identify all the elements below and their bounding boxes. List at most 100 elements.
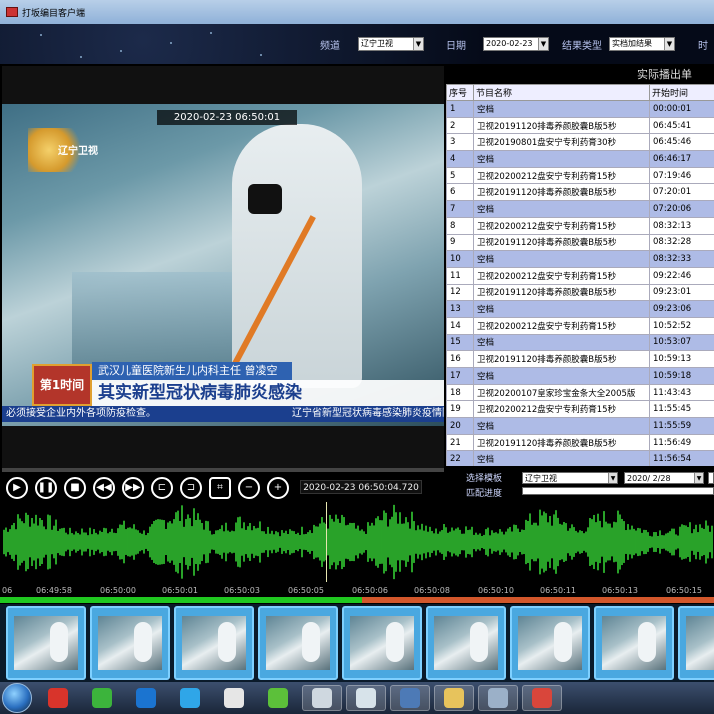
video-scene — [232, 124, 362, 388]
thumbnail-image — [98, 616, 162, 670]
rewind-button[interactable]: ◀◀ — [93, 477, 115, 499]
video-thumbnail[interactable] — [90, 606, 170, 680]
taskbar-button[interactable] — [214, 685, 254, 711]
cell-start: 10:59:18 — [649, 367, 714, 385]
video-thumbnail[interactable] — [6, 606, 86, 680]
start-orb-icon[interactable] — [2, 683, 32, 713]
audio-waveform[interactable] — [0, 502, 714, 582]
cell-no: 17 — [446, 367, 474, 385]
cell-name: 空档 — [473, 200, 650, 218]
cell-start: 09:23:06 — [649, 300, 714, 318]
cell-name: 空档 — [473, 367, 650, 385]
video-thumbnail[interactable] — [678, 606, 714, 680]
taskbar-button[interactable] — [38, 685, 78, 711]
table-row[interactable]: 11 卫视20200212盘安宁专利药膏15秒 09:22:46 — [446, 266, 714, 285]
template-date-picker[interactable]: 2020/ 2/28 ▼ — [624, 472, 704, 484]
table-row[interactable]: 18 卫视20200107皇家珍宝金条大全2005版 11:43:43 — [446, 383, 714, 402]
thumbnail-image — [266, 616, 330, 670]
table-row[interactable]: 20 空档 11:55:59 — [446, 417, 714, 435]
video-thumbnail[interactable] — [594, 606, 674, 680]
cell-start: 07:19:46 — [649, 166, 714, 185]
table-row[interactable]: 21 卫视20191120排毒养颜胶囊B版5秒 11:56:49 — [446, 433, 714, 452]
cell-no: 2 — [446, 116, 474, 135]
video-thumbnail[interactable] — [174, 606, 254, 680]
table-row[interactable]: 16 卫视20191120排毒养颜胶囊B版5秒 10:59:13 — [446, 350, 714, 368]
video-thumbnail[interactable] — [258, 606, 338, 680]
cell-no: 19 — [446, 400, 474, 419]
stop-button[interactable]: ■ — [64, 477, 86, 499]
cell-name: 空档 — [473, 150, 650, 168]
cell-no: 3 — [446, 133, 474, 152]
table-row[interactable]: 12 卫视20191120排毒养颜胶囊B版5秒 09:23:01 — [446, 283, 714, 302]
cell-start: 06:45:46 — [649, 133, 714, 152]
template-channel-select[interactable]: 辽宁卫视 ▼ — [522, 472, 618, 484]
cell-start: 09:23:01 — [649, 283, 714, 302]
taskbar-button[interactable] — [478, 685, 518, 711]
taskbar-button[interactable] — [434, 685, 474, 711]
cell-no: 6 — [446, 183, 474, 202]
seek-bar[interactable] — [2, 468, 444, 472]
table-row[interactable]: 3 卫视20190801盘安宁专利药膏30秒 06:45:46 — [446, 133, 714, 152]
video-scene — [248, 184, 282, 214]
table-row[interactable]: 19 卫视20200212盘安宁专利药膏15秒 11:55:45 — [446, 400, 714, 419]
mark-in-button[interactable]: ⊏ — [151, 477, 173, 499]
table-row[interactable]: 9 卫视20191120排毒养颜胶囊B版5秒 08:32:28 — [446, 233, 714, 252]
table-row[interactable]: 7 空档 07:20:06 — [446, 200, 714, 218]
table-row[interactable]: 17 空档 10:59:18 — [446, 367, 714, 385]
template-channel-value: 辽宁卫视 — [525, 474, 557, 483]
taskbar-button[interactable] — [126, 685, 166, 711]
table-row[interactable]: 1 空档 00:00:01 — [446, 100, 714, 118]
time-ruler[interactable]: 06 06:49:58 06:50:00 06:50:01 06:50:03 06:50:… — [0, 582, 714, 596]
fast-forward-button[interactable]: ▶▶ — [122, 477, 144, 499]
chevron-down-icon: ▼ — [608, 473, 617, 483]
date-value: 2020-02-23 — [486, 39, 533, 48]
time-tick-label: 06:49:58 — [36, 586, 72, 595]
taskbar-button[interactable] — [82, 685, 122, 711]
taskbar-button[interactable] — [170, 685, 210, 711]
table-row[interactable]: 22 空档 11:56:54 — [446, 450, 714, 466]
taskbar-button[interactable] — [522, 685, 562, 711]
col-header-no[interactable]: 序号 — [446, 84, 474, 101]
table-row[interactable]: 15 空档 10:53:07 — [446, 333, 714, 352]
taskbar — [0, 682, 714, 714]
table-row[interactable]: 10 空档 08:32:33 — [446, 250, 714, 268]
cell-no: 22 — [446, 450, 474, 466]
result-type-select[interactable]: 实档加结果 ▼ — [609, 37, 675, 51]
crop-button[interactable]: ⌗ — [209, 477, 231, 499]
table-row[interactable]: 6 卫视20191120排毒养颜胶囊B版5秒 07:20:01 — [446, 183, 714, 202]
video-thumbnail[interactable] — [426, 606, 506, 680]
channel-select[interactable]: 辽宁卫视 ▼ — [358, 37, 424, 51]
zoom-out-button[interactable]: − — [238, 477, 260, 499]
time-tick-label: 06:50:06 — [352, 586, 388, 595]
taskbar-button[interactable] — [258, 685, 298, 711]
app-green-icon — [268, 688, 288, 708]
filter-bar: 频道 辽宁卫视 ▼ 日期 2020-02-23 ▼ 结果类型 实档加结果 ▼ 时 — [0, 24, 714, 64]
channel-logo-text: 辽宁卫视 — [58, 146, 98, 157]
taskbar-button[interactable] — [346, 685, 386, 711]
taskbar-button[interactable] — [390, 685, 430, 711]
zoom-in-button[interactable]: + — [267, 477, 289, 499]
template-extra-field[interactable] — [708, 472, 714, 484]
title-bar[interactable]: 打坂编目客户端 — [0, 0, 714, 24]
table-row[interactable]: 2 卫视20191120排毒养颜胶囊B版5秒 06:45:41 — [446, 116, 714, 135]
chevron-down-icon: ▼ — [694, 473, 703, 483]
app-tiles-icon — [48, 688, 68, 708]
time-tick-label: 06 — [2, 586, 13, 595]
table-row[interactable]: 13 空档 09:23:06 — [446, 300, 714, 318]
video-thumbnail[interactable] — [510, 606, 590, 680]
table-row[interactable]: 5 卫视20200212盘安宁专利药膏15秒 07:19:46 — [446, 166, 714, 185]
taskbar-button[interactable] — [302, 685, 342, 711]
col-header-name[interactable]: 节目名称 — [473, 84, 650, 101]
time-label: 时 — [698, 41, 708, 52]
video-player[interactable]: 辽宁卫视 2020-02-23 06:50:01 第1时间 武汉儿童医院新生儿内… — [2, 66, 444, 468]
cell-name: 卫视20191120排毒养颜胶囊B版5秒 — [473, 433, 650, 452]
table-row[interactable]: 14 卫视20200212盘安宁专利药膏15秒 10:52:52 — [446, 316, 714, 335]
table-row[interactable]: 4 空档 06:46:17 — [446, 150, 714, 168]
video-thumbnail[interactable] — [342, 606, 422, 680]
table-row[interactable]: 8 卫视20200212盘安宁专利药膏15秒 08:32:13 — [446, 216, 714, 235]
date-picker[interactable]: 2020-02-23 ▼ — [483, 37, 549, 51]
mark-out-button[interactable]: ⊐ — [180, 477, 202, 499]
play-button[interactable]: ▶ — [6, 477, 28, 499]
pause-button[interactable]: ❚❚ — [35, 477, 57, 499]
col-header-start[interactable]: 开始时间 — [649, 84, 714, 101]
